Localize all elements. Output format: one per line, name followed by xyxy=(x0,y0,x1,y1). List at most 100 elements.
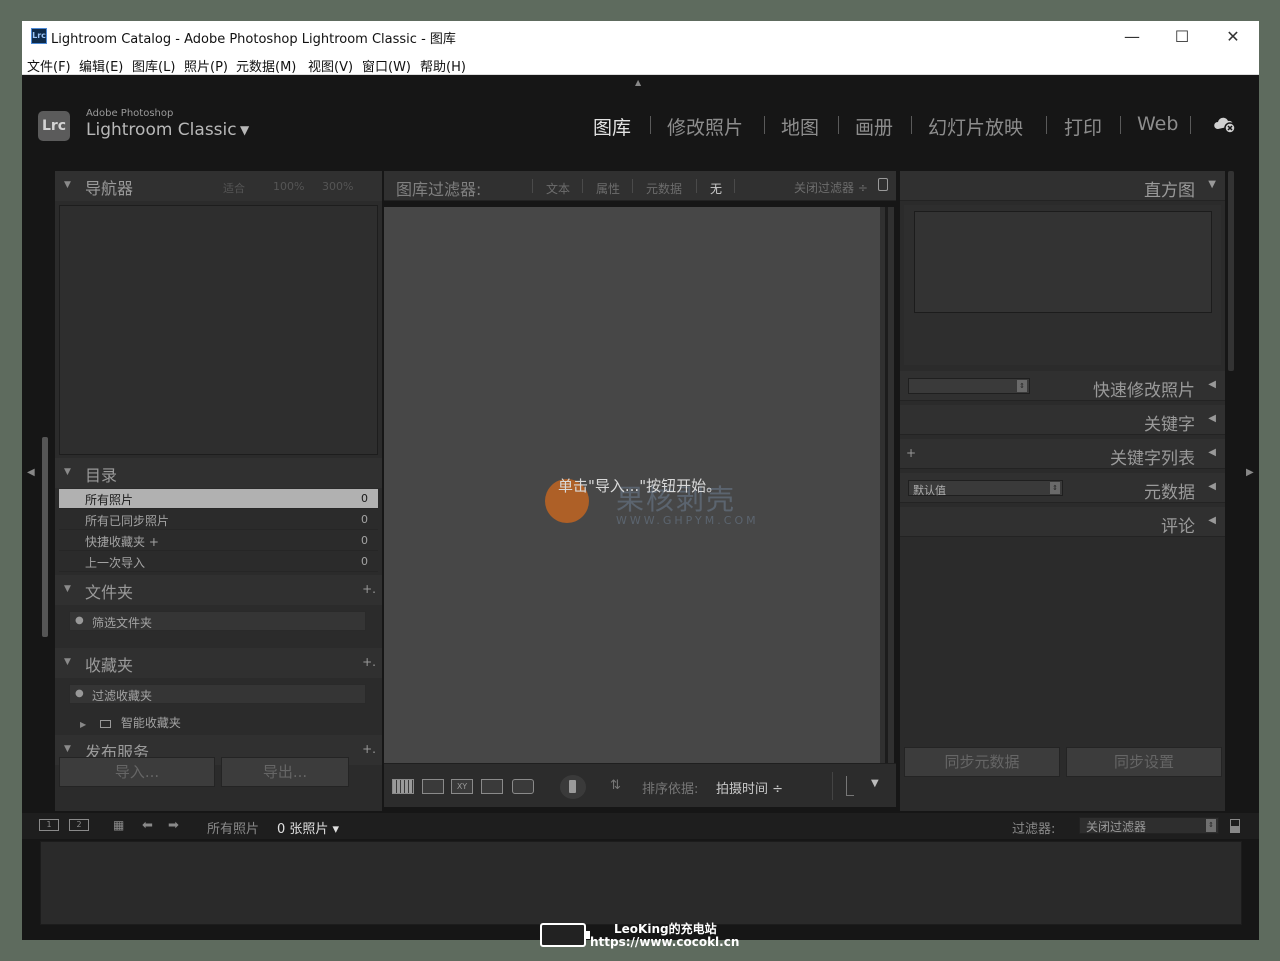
module-web[interactable]: Web xyxy=(1137,113,1178,135)
module-slideshow[interactable]: 幻灯片放映 xyxy=(928,113,1023,140)
filter-preset-select[interactable]: 关闭过滤器 ÷ xyxy=(794,179,868,196)
left-panel-toggle-icon[interactable]: ◀ xyxy=(27,467,35,478)
collapse-triangle-icon[interactable]: ▼ xyxy=(64,657,71,667)
collections-header[interactable]: ▼ 收藏夹 +. xyxy=(55,648,382,678)
menu-library[interactable]: 图库(L) xyxy=(132,56,175,75)
forward-arrow-icon[interactable]: ➡ xyxy=(168,818,179,833)
catalog-row-quick-collection[interactable]: 快捷收藏夹 + 0 xyxy=(59,531,378,551)
add-collection-icon[interactable]: +. xyxy=(362,655,376,669)
catalog-row-synced[interactable]: 所有已同步照片 0 xyxy=(59,510,378,530)
catalog-header[interactable]: ▼ 目录 xyxy=(55,458,382,488)
navigator-preview[interactable] xyxy=(59,205,378,455)
menu-view[interactable]: 视图(V) xyxy=(308,56,353,75)
smart-collections-item[interactable]: ▶ 智能收藏夹 xyxy=(80,714,181,731)
menu-photo[interactable]: 照片(P) xyxy=(184,56,228,75)
filmstrip-toggle-icon[interactable] xyxy=(1230,819,1240,833)
keyword-list-header[interactable]: + 关键字列表 ◀ xyxy=(900,439,1225,469)
menu-edit[interactable]: 编辑(E) xyxy=(79,56,123,75)
keywording-header[interactable]: 关键字 ◀ xyxy=(900,405,1225,435)
metadata-title: 元数据 xyxy=(1144,483,1195,503)
catalog-row-previous-import[interactable]: 上一次导入 0 xyxy=(59,552,378,572)
people-view-icon[interactable] xyxy=(512,779,534,794)
spray-can-icon[interactable] xyxy=(560,775,586,799)
top-panel-toggle-icon[interactable]: ▲ xyxy=(635,78,641,87)
close-button[interactable]: ✕ xyxy=(1208,21,1258,53)
left-panel: ▼ 导航器 适合 100% 300% ▼ 目录 所有照片 0 所有已同步照片 0… xyxy=(55,171,382,811)
photo-count[interactable]: 0 张照片 ▾ xyxy=(277,818,339,837)
collapse-triangle-icon[interactable]: ▼ xyxy=(64,467,71,477)
secondary-window-icon[interactable]: 2 xyxy=(69,819,89,831)
left-panel-scrollbar[interactable] xyxy=(42,437,48,637)
comments-header[interactable]: 评论 ◀ xyxy=(900,507,1225,537)
expand-triangle-icon[interactable]: ◀ xyxy=(1208,481,1216,492)
module-separator xyxy=(838,116,839,134)
filter-text-tab[interactable]: 文本 xyxy=(546,180,570,197)
right-panel-scrollbar[interactable] xyxy=(1228,171,1234,371)
filmstrip[interactable] xyxy=(40,841,1242,925)
expand-triangle-icon[interactable]: ▶ xyxy=(80,720,86,729)
navigator-300-tab[interactable]: 300% xyxy=(322,180,353,193)
minimize-button[interactable]: — xyxy=(1107,21,1157,53)
add-keyword-icon[interactable]: + xyxy=(906,446,916,460)
module-book[interactable]: 画册 xyxy=(855,113,893,140)
grid-view-icon[interactable] xyxy=(392,779,414,794)
folder-filter-input[interactable]: ● 筛选文件夹 xyxy=(69,611,366,631)
module-map[interactable]: 地图 xyxy=(781,113,819,140)
collapse-triangle-icon[interactable]: ▼ xyxy=(64,584,71,594)
grid-scrollbar[interactable] xyxy=(880,207,894,763)
collapse-triangle-icon[interactable]: ▼ xyxy=(64,744,71,754)
module-develop[interactable]: 修改照片 xyxy=(667,113,743,140)
import-button[interactable]: 导入... xyxy=(59,757,215,787)
menu-help[interactable]: 帮助(H) xyxy=(420,56,466,75)
compare-view-icon[interactable]: XY xyxy=(451,779,473,794)
photo-grid[interactable]: 果核剥壳 WWW.GHPYM.COM 单击"导入..."按钮开始。 xyxy=(384,207,880,763)
expand-triangle-icon[interactable]: ◀ xyxy=(1208,413,1216,424)
metadata-preset-select[interactable]: 默认值 ⇕ xyxy=(908,480,1063,497)
saved-preset-select[interactable]: ⇕ xyxy=(908,378,1030,394)
add-folder-icon[interactable]: +. xyxy=(362,582,376,596)
primary-window-icon[interactable]: 1 xyxy=(39,819,59,831)
thumbnail-size-slider[interactable] xyxy=(846,776,854,796)
filmstrip-source[interactable]: 所有照片 xyxy=(207,818,259,837)
collapse-triangle-icon[interactable]: ▼ xyxy=(1208,179,1216,190)
expand-triangle-icon[interactable]: ◀ xyxy=(1208,515,1216,526)
filter-attribute-tab[interactable]: 属性 xyxy=(596,180,620,197)
menu-metadata[interactable]: 元数据(M) xyxy=(236,56,296,75)
sync-settings-button[interactable]: 同步设置 xyxy=(1066,747,1222,777)
survey-view-icon[interactable] xyxy=(481,779,503,794)
catalog-row-all-photos[interactable]: 所有照片 0 xyxy=(59,489,378,509)
metadata-header[interactable]: 默认值 ⇕ 元数据 ◀ xyxy=(900,473,1225,503)
expand-triangle-icon[interactable]: ◀ xyxy=(1208,447,1216,458)
sort-direction-icon[interactable]: ⇅ xyxy=(610,778,621,793)
navigator-fit-tab[interactable]: 适合 xyxy=(223,180,245,196)
filter-metadata-tab[interactable]: 元数据 xyxy=(646,180,682,197)
navigator-100-tab[interactable]: 100% xyxy=(273,180,304,193)
sync-metadata-button[interactable]: 同步元数据 xyxy=(904,747,1060,777)
collapse-triangle-icon[interactable]: ▼ xyxy=(64,180,71,190)
filter-none-tab[interactable]: 无 xyxy=(710,180,722,197)
expand-triangle-icon[interactable]: ◀ xyxy=(1208,379,1216,390)
export-button[interactable]: 导出... xyxy=(221,757,349,787)
back-arrow-icon[interactable]: ⬅ xyxy=(142,818,153,833)
toolbar-menu-icon[interactable]: ▼ xyxy=(871,778,879,789)
cloud-sync-icon[interactable] xyxy=(1212,113,1238,135)
navigator-header[interactable]: ▼ 导航器 适合 100% 300% xyxy=(55,171,382,201)
module-print[interactable]: 打印 xyxy=(1064,113,1102,140)
maximize-button[interactable]: ☐ xyxy=(1157,21,1207,53)
folders-header[interactable]: ▼ 文件夹 +. xyxy=(55,575,382,605)
quick-develop-header[interactable]: ⇕ 快速修改照片 ◀ xyxy=(900,371,1225,401)
menu-file[interactable]: 文件(F) xyxy=(27,56,71,75)
grid-icon[interactable]: ▦ xyxy=(113,818,124,832)
identity-caret-icon[interactable]: ▼ xyxy=(240,123,249,137)
right-panel-toggle-icon[interactable]: ▶ xyxy=(1246,467,1254,478)
lock-icon[interactable] xyxy=(878,178,888,191)
module-library[interactable]: 图库 xyxy=(593,113,631,140)
add-publish-service-icon[interactable]: +. xyxy=(362,742,376,756)
collection-filter-input[interactable]: ● 过滤收藏夹 xyxy=(69,684,366,704)
menu-window[interactable]: 窗口(W) xyxy=(362,56,411,75)
sort-select[interactable]: 拍摄时间 ÷ xyxy=(716,778,783,797)
loupe-view-icon[interactable] xyxy=(422,779,444,794)
filmstrip-filter-select[interactable]: 关闭过滤器 ⇕ xyxy=(1079,817,1219,834)
library-filter-bar: 图库过滤器: 文本 属性 元数据 无 关闭过滤器 ÷ xyxy=(384,171,896,201)
histogram-header[interactable]: 直方图 ▼ xyxy=(900,171,1225,201)
